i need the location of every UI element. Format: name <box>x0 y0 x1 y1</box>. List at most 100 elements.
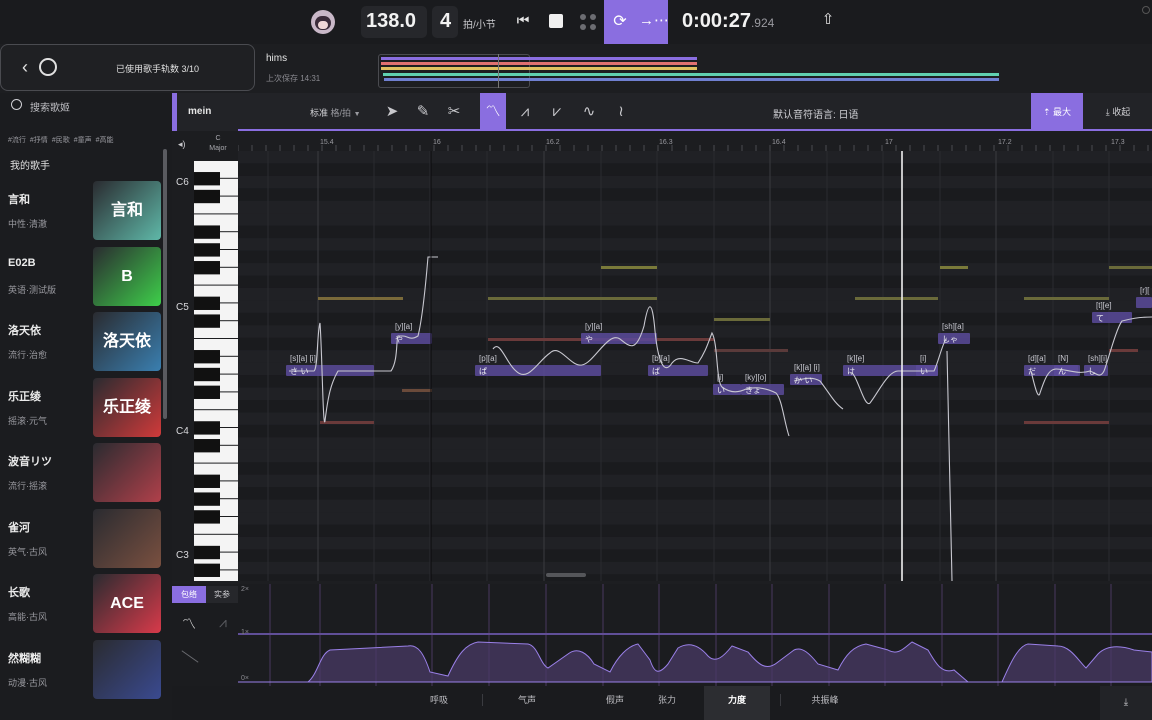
tag-filter[interactable]: #流行 <box>8 135 26 145</box>
sidebar-scrollbar[interactable] <box>163 149 167 419</box>
vibrato-tool-icon[interactable]: ∿ <box>572 93 606 131</box>
stop-icon[interactable] <box>549 14 563 28</box>
grid-row <box>238 387 1152 400</box>
singer-card[interactable]: 雀河 英气·古风 <box>0 507 163 571</box>
real-param-tab[interactable]: 实参 <box>206 586 238 603</box>
piano-roll[interactable]: 15.4 16 16.2 16.3 16.4 17 17.2 17.3 [s][a] [i] さ… <box>238 131 1152 581</box>
parameter-canvas[interactable] <box>238 584 1152 686</box>
skip-back-icon[interactable]: ⏮ <box>512 12 534 32</box>
black-key[interactable] <box>194 385 220 399</box>
note-block[interactable] <box>1136 297 1152 308</box>
grid-row <box>238 151 1152 164</box>
black-key[interactable] <box>194 439 220 453</box>
black-key[interactable] <box>194 563 220 577</box>
dynamics-curve[interactable] <box>238 641 1152 683</box>
note-phoneme: [r][ <box>1140 286 1150 295</box>
tab-breath[interactable]: 呼吸 <box>404 686 474 714</box>
project-name[interactable]: hims <box>266 53 287 64</box>
horizontal-scrollbar[interactable] <box>546 573 586 577</box>
ruler-label: 16.2 <box>546 139 560 146</box>
tab-formant[interactable]: 共振峰 <box>790 686 860 714</box>
envelope-tab[interactable]: 包络 <box>172 586 206 603</box>
pitch-transition-tool-icon[interactable]: ≀ <box>604 93 638 131</box>
loop-icon[interactable]: ⟳ <box>609 11 631 33</box>
tag-filter[interactable]: #童声 <box>74 135 92 145</box>
tag-filter[interactable]: #高能 <box>96 135 114 145</box>
language-label[interactable]: 默认音符语言: 日语 <box>773 106 859 121</box>
singer-name: 言和 <box>8 194 30 206</box>
black-key[interactable] <box>194 492 220 506</box>
tag-filter[interactable]: #抒情 <box>30 135 48 145</box>
singer-card[interactable]: E02B 英语·测试版 B <box>0 245 163 309</box>
search-singer-icon[interactable] <box>39 58 57 76</box>
singer-thumbnail-text: 乐正绫 <box>102 398 151 416</box>
parameter-panel: 包络 实参 〽 ⩘ 2× 1× 0× <box>172 584 1152 686</box>
singer-card[interactable]: 言和 中性·清澈 言和 <box>0 179 163 243</box>
pitch-line-tool-icon[interactable]: ⩗ <box>540 93 574 131</box>
note-phoneme: [b][a] <box>652 354 670 363</box>
black-key[interactable] <box>194 189 220 204</box>
black-key[interactable] <box>194 421 220 435</box>
time-main: 0:00:27 <box>682 10 751 32</box>
singer-card[interactable]: 洛天依 流行·治愈 洛天依 <box>0 310 163 374</box>
collapse-button[interactable]: ⤓ 收起 <box>1092 93 1144 131</box>
grid-row <box>238 312 1152 326</box>
key-signature[interactable]: C Major <box>198 134 238 154</box>
draw-param-icon[interactable]: 〽 <box>180 614 198 632</box>
timeline-ruler[interactable] <box>238 133 1152 151</box>
follow-playhead-icon[interactable]: →⋯ <box>639 11 669 33</box>
note-phoneme: [N] <box>1058 354 1068 363</box>
tab-airy[interactable]: 气声 <box>492 686 562 714</box>
erase-param-icon[interactable]: ⩘ <box>214 614 232 632</box>
snap-select[interactable]: 标准 格/拍 ▼ <box>310 106 361 119</box>
speaker-icon[interactable]: ◂) <box>178 139 186 150</box>
avatar[interactable] <box>311 10 335 34</box>
black-key[interactable] <box>194 296 220 310</box>
black-key[interactable] <box>194 367 220 382</box>
select-tool-icon[interactable]: ➤ <box>375 93 409 131</box>
pitch-draw-tool-icon[interactable]: 〽 <box>480 93 506 131</box>
tab-scroll-right[interactable]: ⤓ <box>1100 686 1152 720</box>
piano-keys[interactable] <box>194 161 238 581</box>
black-key[interactable] <box>194 261 220 275</box>
maximize-button[interactable]: ⇡ 最大 <box>1031 93 1083 131</box>
black-key[interactable] <box>194 474 220 488</box>
scissors-tool-icon[interactable]: ✂ <box>437 93 471 131</box>
black-key[interactable] <box>194 545 220 560</box>
grid-row <box>238 549 1152 562</box>
black-key[interactable] <box>194 350 220 364</box>
piano-keyboard[interactable]: C Major ◂) C6 C5 C4 C3 <box>172 131 238 581</box>
note-lyric: や <box>395 335 403 344</box>
singer-tags: 英语·测试版 <box>8 284 56 295</box>
black-key[interactable] <box>194 225 220 239</box>
singer-search-input[interactable]: 搜索歌姬 <box>30 99 70 114</box>
back-icon[interactable]: ‹ <box>17 57 33 77</box>
tab-tension[interactable]: 张力 <box>632 686 702 714</box>
singer-card[interactable]: 然糊糊 动漫·古风 <box>0 638 163 702</box>
grid-dots-icon[interactable] <box>580 14 596 30</box>
time-ms: .924 <box>750 16 775 30</box>
line-param-icon[interactable] <box>181 650 199 663</box>
pencil-tool-icon[interactable]: ✎ <box>406 93 440 131</box>
grid-row <box>238 325 1152 338</box>
my-singers-title: 我的歌手 <box>10 161 50 172</box>
tab-dynamics[interactable]: 力度 <box>704 686 770 720</box>
singer-card[interactable]: 波音リツ 流行·摇滚 <box>0 441 163 505</box>
tag-filter[interactable]: #民歌 <box>52 135 70 145</box>
singer-card[interactable]: 长歌 高能·古风 ACE <box>0 572 163 636</box>
note-lyric: ぱ <box>479 367 487 376</box>
note-block[interactable] <box>475 365 601 376</box>
black-key[interactable] <box>194 510 220 524</box>
share-icon[interactable]: ⇧ <box>818 10 838 32</box>
piano-roll-canvas[interactable]: 15.4 16 16.2 16.3 16.4 17 17.2 17.3 [s][a] [i] さ… <box>238 131 1152 581</box>
track-overview[interactable] <box>378 52 1000 88</box>
note-phoneme: [p][a] <box>479 354 497 363</box>
black-key[interactable] <box>194 314 220 328</box>
grid-row <box>238 574 1152 581</box>
black-key[interactable] <box>194 243 220 257</box>
pitch-smooth-tool-icon[interactable]: ⩘ <box>508 93 542 131</box>
singer-thumbnail-text <box>93 509 161 568</box>
track-name[interactable]: mein <box>188 106 211 117</box>
black-key[interactable] <box>194 172 220 186</box>
singer-card[interactable]: 乐正绫 摇滚·元气 乐正绫 <box>0 376 163 440</box>
